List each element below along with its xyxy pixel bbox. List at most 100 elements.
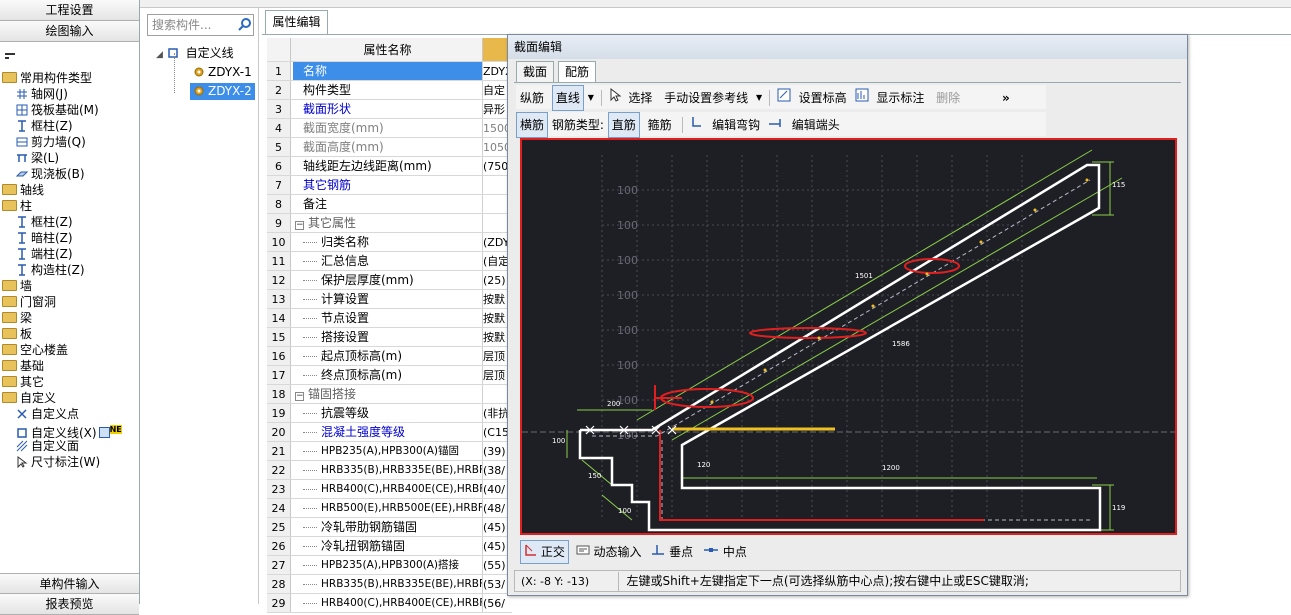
tree-category[interactable]: 梁 <box>2 310 32 326</box>
tree-category[interactable]: 空心楼盖 <box>2 342 68 358</box>
tab-section[interactable]: 截面 <box>516 61 555 83</box>
tree-label: 构造柱(Z) <box>31 263 85 277</box>
tree-category[interactable]: 轴线 <box>2 182 44 198</box>
toolbar-overflow-button[interactable]: » <box>998 85 1014 111</box>
tab-reinforcement[interactable]: 配筋 <box>558 61 597 83</box>
tree-item[interactable]: 端柱(Z) <box>16 246 73 262</box>
property-row[interactable]: 14 节点设置 按默 <box>267 309 512 328</box>
tree-category[interactable]: 常用构件类型 <box>2 70 92 86</box>
tree-item[interactable]: 筏板基础(M) <box>16 102 99 118</box>
tree-item[interactable]: 现浇板(B) <box>15 166 85 182</box>
property-row[interactable]: 22 HRB335(B),HRB335E(BE),HRBF (38/ <box>267 461 512 480</box>
tree-category[interactable]: 墙 <box>2 278 32 294</box>
tree-item[interactable]: 梁(L) <box>16 150 59 166</box>
section-drawing-canvas[interactable]: 100 100 100 100 100 100 100 100 115 1501… <box>520 138 1177 535</box>
property-row[interactable]: 3 截面形状 异形 <box>267 100 512 119</box>
ortho-button[interactable]: 正交 <box>520 540 569 564</box>
property-name: 构件类型 <box>293 81 483 99</box>
tree-label: 板 <box>20 327 33 341</box>
collapse-icon[interactable] <box>4 50 18 60</box>
tree-item[interactable]: 自定义面 <box>16 438 79 454</box>
folder-icon <box>2 375 20 389</box>
property-row[interactable]: 15 搭接设置 按默 <box>267 328 512 347</box>
show-label-button[interactable]: 显示标注 <box>872 85 928 111</box>
property-row[interactable]: 26 冷轧扭钢筋锚固 (45) <box>267 537 512 556</box>
property-row[interactable]: 10 归类名称 (ZDY <box>267 233 512 252</box>
tree-category[interactable]: 门窗洞 <box>2 294 56 310</box>
collapse-toggle-icon[interactable]: − <box>295 392 304 401</box>
tree-item[interactable]: 框柱(Z) <box>16 118 73 134</box>
tree-label: 自定义点 <box>31 407 80 421</box>
property-row[interactable]: 27 HPB235(A),HPB300(A)搭接 (55) <box>267 556 512 575</box>
property-row[interactable]: 25 冷轧带肋钢筋锚固 (45) <box>267 518 512 537</box>
tree-item[interactable]: 框柱(Z) <box>16 214 73 230</box>
dimension-label: 119 <box>1112 504 1125 512</box>
component-item[interactable]: ZDYX-1 <box>190 64 255 81</box>
property-row[interactable]: 17 终点顶标高(m) 层顶 <box>267 366 512 385</box>
transverse-button[interactable]: 横筋 <box>516 112 549 138</box>
tree-item[interactable]: 剪力墙(Q) <box>16 134 86 150</box>
property-row[interactable]: 5 截面高度(mm) 1050 <box>267 138 512 157</box>
property-row[interactable]: 7 其它钢筋 <box>267 176 512 195</box>
property-row[interactable]: 8 备注 <box>267 195 512 214</box>
chevron-down-icon[interactable]: ▼ <box>588 86 594 110</box>
manual-reference-line-button[interactable]: 手动设置参考线 <box>660 85 752 111</box>
property-row[interactable]: 21 HPB235(A),HPB300(A)锚固 (39) <box>267 442 512 461</box>
set-elevation-button[interactable]: 设置标高 <box>795 85 851 111</box>
dynamic-input-button[interactable]: 动态输入 <box>573 541 645 563</box>
component-tree-root[interactable]: ◢ 自定义线 <box>156 45 234 61</box>
property-row[interactable]: 6 轴线距左边线距离(mm) (750 <box>267 157 512 176</box>
collapse-toggle-icon[interactable]: − <box>295 221 304 230</box>
search-icon[interactable] <box>238 17 252 34</box>
tree-item[interactable]: 尺寸标注(W) <box>16 454 100 470</box>
property-row[interactable]: 13 计算设置 按默 <box>267 290 512 309</box>
property-row[interactable]: 19 抗震等级 (非抗 <box>267 404 512 423</box>
tree-item[interactable]: 自定义点 <box>16 406 79 422</box>
perpendicular-button[interactable]: 垂点 <box>648 541 696 563</box>
property-row[interactable]: 1 名称 ZDYX <box>267 62 512 81</box>
straight-rebar-button[interactable]: 直筋 <box>607 112 640 138</box>
tab-property-edit[interactable]: 属性编辑 <box>265 10 328 34</box>
tree-item[interactable]: 轴网(J) <box>16 86 68 102</box>
tree-category[interactable]: 板 <box>2 326 32 342</box>
property-row[interactable]: 24 HRB500(E),HRB500E(EE),HRBF (48/ <box>267 499 512 518</box>
tree-label: 尺寸标注(W) <box>31 455 101 469</box>
tree-connector <box>303 356 317 357</box>
property-row[interactable]: 23 HRB400(C),HRB400E(CE),HRBF (40/ <box>267 480 512 499</box>
tree-category[interactable]: 柱 <box>2 198 32 214</box>
report-preview-header[interactable]: 报表预览 <box>0 594 139 615</box>
tree-item[interactable]: 自定义线(X) NE <box>16 422 122 440</box>
tree-category[interactable]: 自定义 <box>2 390 56 406</box>
single-component-input-header[interactable]: 单构件输入 <box>0 573 139 594</box>
longitudinal-button[interactable]: 纵筋 <box>516 85 548 111</box>
edit-hook-button[interactable]: 编辑弯钩 <box>708 112 764 138</box>
row-number: 9 <box>267 214 291 232</box>
property-row[interactable]: 11 汇总信息 (自定 <box>267 252 512 271</box>
row-number: 17 <box>267 366 291 384</box>
property-group-row[interactable]: 9− 其它属性 <box>267 214 512 233</box>
tree-item[interactable]: 构造柱(Z) <box>16 262 85 278</box>
edit-end-button[interactable]: 编辑端头 <box>788 112 844 138</box>
property-group-row[interactable]: 18− 锚固搭接 <box>267 385 512 404</box>
property-row[interactable]: 16 起点顶标高(m) 层顶 <box>267 347 512 366</box>
property-row[interactable]: 4 截面宽度(mm) 1500 <box>267 119 512 138</box>
property-row[interactable]: 28 HRB335(B),HRB335E(BE),HRBF (53/ <box>267 575 512 594</box>
drawing-input-header[interactable]: 绘图输入 <box>0 21 139 42</box>
chevron-down-icon[interactable]: ▼ <box>756 86 762 110</box>
table-icon[interactable] <box>98 427 110 438</box>
property-row[interactable]: 2 构件类型 自定 <box>267 81 512 100</box>
column-header-name[interactable]: 属性名称 <box>293 38 483 61</box>
property-row[interactable]: 12 保护层厚度(mm) (25) <box>267 271 512 290</box>
midpoint-button[interactable]: 中点 <box>700 541 750 563</box>
component-item-selected[interactable]: ZDYX-2 <box>190 83 255 100</box>
project-settings-header[interactable]: 工程设置 <box>0 0 139 21</box>
line-button[interactable]: 直线 <box>551 85 584 111</box>
select-button[interactable]: 选择 <box>624 85 656 111</box>
tree-item[interactable]: 暗柱(Z) <box>16 230 73 246</box>
delete-button[interactable]: 删除 <box>932 85 964 111</box>
tree-category[interactable]: 其它 <box>2 374 44 390</box>
property-row[interactable]: 20 混凝土强度等级 (C15 <box>267 423 512 442</box>
stirrup-button[interactable]: 箍筋 <box>644 112 676 138</box>
tree-label: 基础 <box>20 359 45 373</box>
tree-category[interactable]: 基础 <box>2 358 44 374</box>
